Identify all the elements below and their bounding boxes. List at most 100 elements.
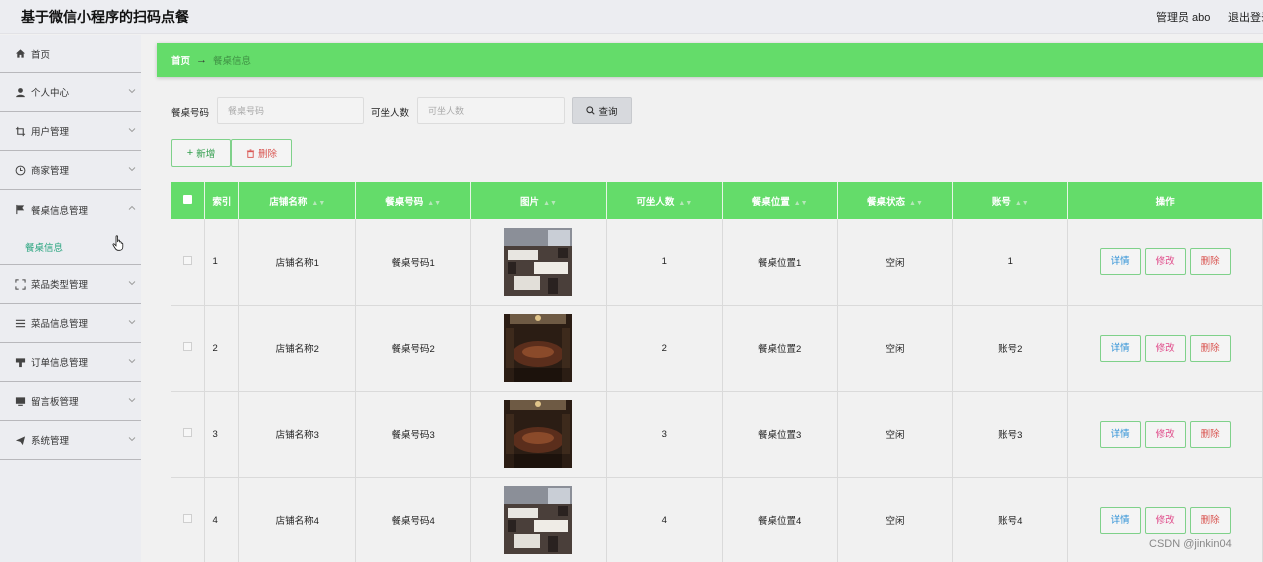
search-icon [586, 106, 596, 115]
cell-status: 空闲 [837, 477, 954, 562]
logout-link[interactable]: 退出登录 [1228, 9, 1263, 25]
sort-icon[interactable]: ▲▼ [909, 200, 923, 207]
delete-button[interactable]: 删除 [231, 139, 292, 167]
table-header-row: 索引 店铺名称 ▲▼ 餐桌号码 ▲▼ 图片 ▲▼ 可坐人数 ▲▼ 餐桌位置 ▲▼ 餐桌状态… [171, 182, 1263, 219]
column-header: 索引 [204, 182, 240, 219]
cell-operations: 详情 修改 删除 [1067, 305, 1263, 392]
chevron-down-icon [128, 396, 136, 404]
edit-button[interactable]: 修改 [1144, 420, 1186, 448]
cell-location: 餐桌位置3 [722, 391, 838, 478]
clock-icon [14, 164, 26, 176]
row-checkbox[interactable] [171, 219, 206, 306]
sort-icon[interactable]: ▲▼ [794, 200, 808, 207]
sort-icon[interactable]: ▲▼ [543, 200, 557, 207]
column-header[interactable]: 餐桌状态 ▲▼ [837, 182, 954, 219]
cell-account: 账号4 [952, 477, 1069, 562]
stamp-icon [14, 356, 26, 368]
breadcrumb: 首页 → 餐桌信息 [157, 43, 1263, 77]
column-header[interactable]: 图片 ▲▼ [470, 182, 607, 219]
sidebar-item[interactable]: 用户管理 [0, 112, 141, 151]
user-icon [14, 86, 26, 98]
sidebar-item[interactable]: 订单信息管理 [0, 343, 141, 382]
cell-seats: 3 [606, 391, 723, 478]
table-row: 4 店铺名称4 餐桌号码4 4 餐桌位置4 空闲 账号4 详情 修改 删除 [171, 477, 1263, 562]
cell-status: 空闲 [837, 219, 954, 306]
row-delete-button[interactable]: 删除 [1189, 334, 1231, 362]
detail-button[interactable]: 详情 [1099, 420, 1141, 448]
sidebar-item[interactable]: 菜品信息管理 [0, 304, 141, 343]
crop-icon [14, 125, 26, 137]
sort-icon[interactable]: ▲▼ [427, 200, 441, 207]
detail-button[interactable]: 详情 [1099, 334, 1141, 362]
search-button[interactable]: 查询 [572, 97, 632, 124]
sidebar-item-label: 系统管理 [31, 436, 70, 447]
sort-icon[interactable]: ▲▼ [1015, 200, 1029, 207]
sidebar-subitem[interactable]: 餐桌信息 [0, 229, 141, 265]
trash-icon [246, 148, 255, 158]
row-delete-button[interactable]: 删除 [1189, 420, 1231, 448]
table-number-label: 餐桌号码 [171, 108, 210, 119]
sidebar-item[interactable]: 留言板管理 [0, 382, 141, 421]
row-checkbox[interactable] [171, 305, 206, 392]
cell-index: 3 [204, 391, 240, 478]
row-delete-button[interactable]: 删除 [1189, 506, 1231, 534]
column-header[interactable]: 餐桌位置 ▲▼ [722, 182, 838, 219]
data-table: 索引 店铺名称 ▲▼ 餐桌号码 ▲▼ 图片 ▲▼ 可坐人数 ▲▼ 餐桌位置 ▲▼ 餐桌状态… [171, 182, 1263, 562]
watermark: CSDN @jinkin04 [1149, 538, 1232, 550]
table-number-input[interactable] [217, 97, 364, 124]
cell-status: 空闲 [837, 391, 954, 478]
row-checkbox[interactable] [171, 391, 206, 478]
cell-table-number: 餐桌号码3 [355, 391, 472, 478]
cell-account: 账号2 [952, 305, 1069, 392]
sidebar-item-label: 商家管理 [31, 166, 70, 177]
row-checkbox[interactable] [171, 477, 206, 562]
sort-icon[interactable]: ▲▼ [311, 200, 325, 207]
cell-account: 账号3 [952, 391, 1069, 478]
cell-table-number: 餐桌号码1 [355, 219, 472, 306]
cell-index: 4 [204, 477, 240, 562]
sidebar-item[interactable]: 餐桌信息管理 [0, 190, 141, 229]
column-header[interactable]: 可坐人数 ▲▼ [606, 182, 723, 219]
sidebar-item[interactable]: 系统管理 [0, 421, 141, 460]
home-icon [14, 48, 26, 60]
cell-photo [470, 477, 607, 562]
cell-location: 餐桌位置4 [722, 477, 838, 562]
edit-button[interactable]: 修改 [1144, 334, 1186, 362]
list-icon [14, 317, 26, 329]
chevron-down-icon [128, 357, 136, 365]
column-header[interactable]: 餐桌号码 ▲▼ [355, 182, 472, 219]
column-header[interactable]: 账号 ▲▼ [952, 182, 1069, 219]
sidebar-item[interactable]: 菜品类型管理 [0, 265, 141, 304]
table-row: 2 店铺名称2 餐桌号码2 2 餐桌位置2 空闲 账号2 详情 修改 删除 [171, 305, 1263, 392]
sidebar-item[interactable]: 个人中心 [0, 73, 141, 112]
add-button[interactable]: + 新增 [171, 139, 231, 167]
app-title: 基于微信小程序的扫码点餐 [21, 9, 189, 25]
cell-index: 1 [204, 219, 240, 306]
chevron-up-icon [128, 204, 136, 212]
chevron-down-icon [128, 435, 136, 443]
row-delete-button[interactable]: 删除 [1189, 248, 1231, 276]
column-header[interactable]: 店铺名称 ▲▼ [238, 182, 357, 219]
send-icon [14, 434, 26, 446]
cell-store: 店铺名称2 [238, 305, 357, 392]
chevron-down-icon [128, 279, 136, 287]
monitor-icon [14, 395, 26, 407]
mouse-cursor-icon [112, 235, 124, 251]
sidebar-item[interactable]: 首页 [0, 35, 141, 73]
breadcrumb-home[interactable]: 首页 [171, 53, 190, 67]
select-all-checkbox[interactable] [171, 182, 206, 219]
detail-button[interactable]: 详情 [1099, 248, 1141, 276]
edit-button[interactable]: 修改 [1144, 506, 1186, 534]
sidebar-item[interactable]: 商家管理 [0, 151, 141, 190]
edit-button[interactable]: 修改 [1144, 248, 1186, 276]
cell-location: 餐桌位置2 [722, 305, 838, 392]
detail-button[interactable]: 详情 [1099, 506, 1141, 534]
seats-label: 可坐人数 [371, 108, 410, 119]
cell-photo [470, 391, 607, 478]
cell-account: 1 [952, 219, 1069, 306]
breadcrumb-current: 餐桌信息 [213, 56, 252, 67]
sort-icon[interactable]: ▲▼ [678, 200, 692, 207]
table-photo-image [504, 227, 573, 296]
cell-table-number: 餐桌号码2 [355, 305, 472, 392]
seats-input[interactable] [417, 97, 565, 124]
